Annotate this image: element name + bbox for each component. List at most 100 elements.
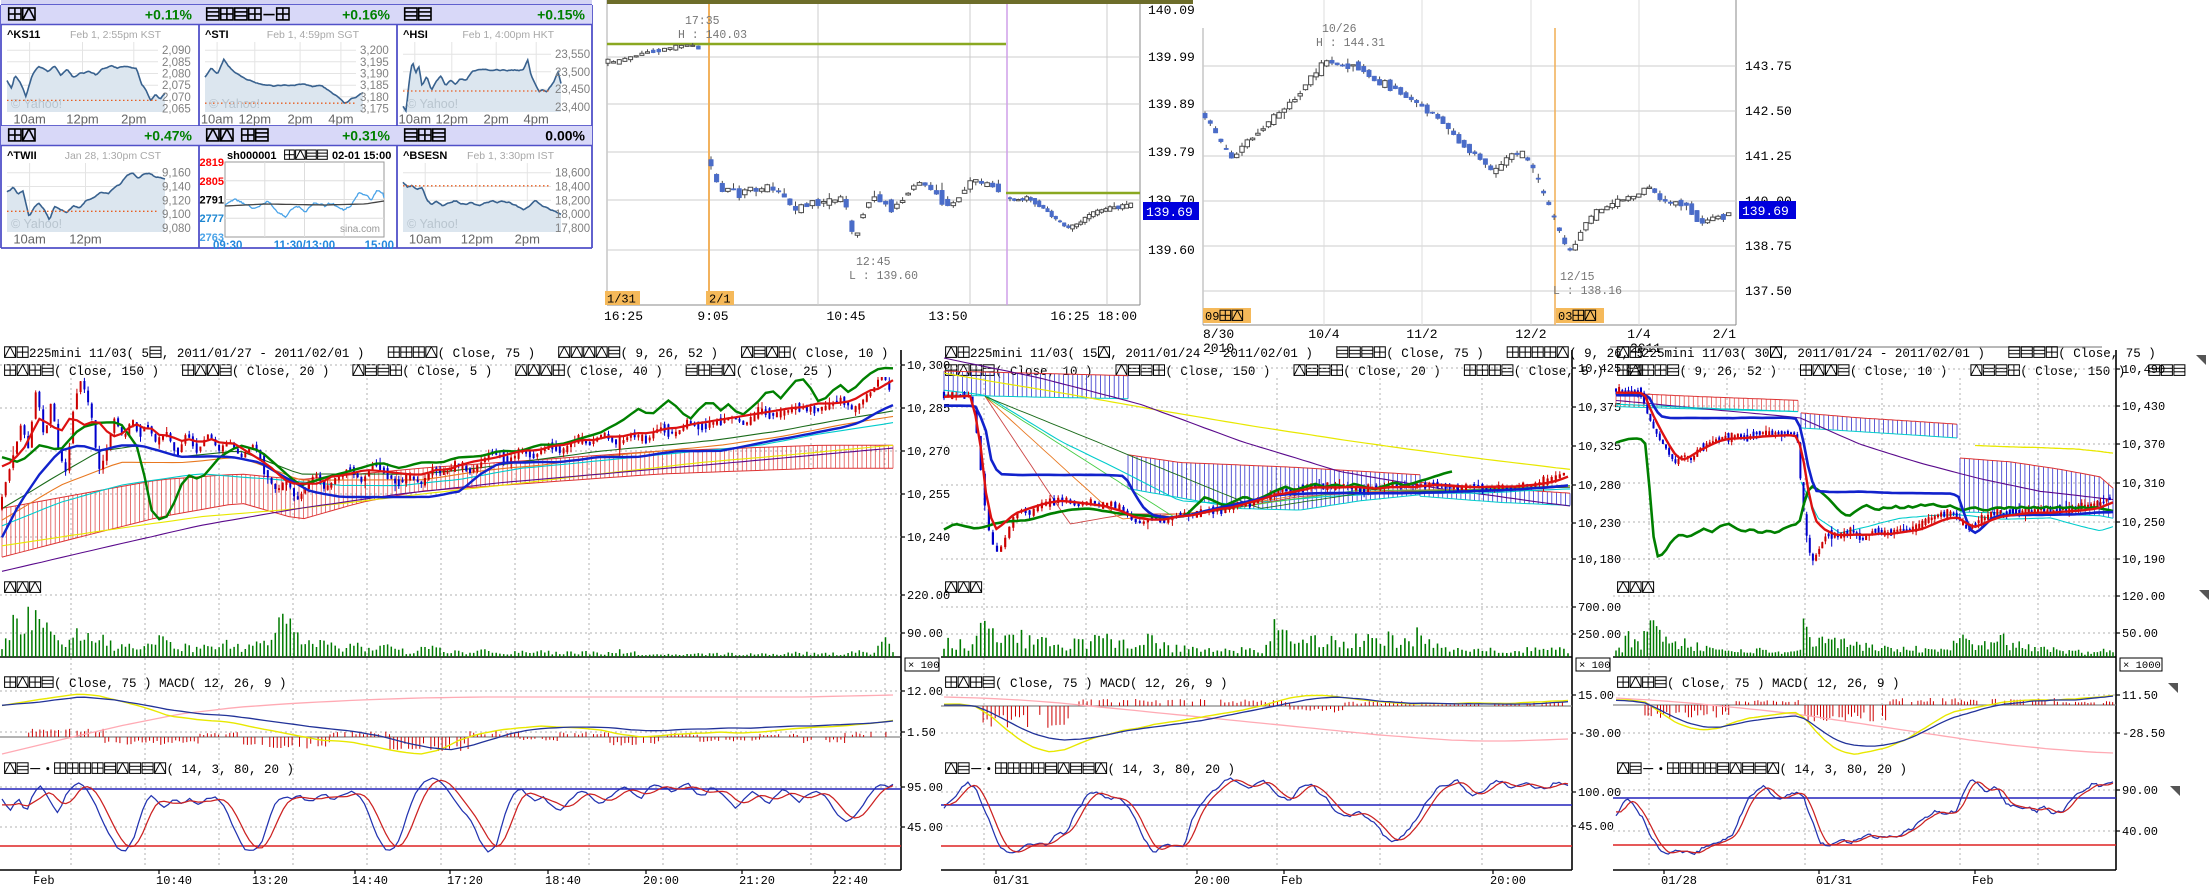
svg-text:120.00: 120.00 (2122, 590, 2165, 604)
svg-text:10,300: 10,300 (907, 359, 950, 373)
svg-text:+0.16%: +0.16% (342, 7, 390, 23)
svg-text:17:20: 17:20 (447, 874, 483, 888)
svg-text:+0.31%: +0.31% (342, 128, 390, 144)
svg-text:Feb: Feb (1281, 874, 1303, 888)
svg-text:( Close, 75 ) MACD( 12, 26,: ( Close, 75 ) MACD( 12, 26, 9 ) (995, 677, 1228, 691)
svg-text:2,085: 2,085 (162, 57, 191, 69)
svg-text:139.79: 139.79 (1148, 145, 1195, 160)
svg-text:250.00: 250.00 (1578, 628, 1621, 642)
svg-text:139.69: 139.69 (1146, 205, 1193, 220)
svg-text:23,550: 23,550 (555, 49, 590, 61)
svg-text:50.00: 50.00 (2122, 627, 2158, 641)
svg-text:2777: 2777 (200, 213, 224, 225)
svg-text:10,255: 10,255 (907, 488, 950, 502)
svg-text:© Yahoo!: © Yahoo! (407, 217, 458, 231)
svg-text:10,240: 10,240 (907, 531, 950, 545)
svg-text:2/1: 2/1 (709, 293, 731, 307)
svg-text:16:25: 16:25 (604, 309, 643, 324)
svg-text:^KS11: ^KS11 (7, 29, 40, 41)
svg-text:22:40: 22:40 (832, 874, 868, 888)
svg-text:23,450: 23,450 (555, 84, 590, 96)
svg-text:1/31: 1/31 (607, 293, 636, 307)
svg-text:, 2011/01/24 - 2011/02/01 ): , 2011/01/24 - 2011/02/01 ) (1110, 347, 1313, 361)
svg-text:10:40: 10:40 (156, 874, 192, 888)
svg-text:09: 09 (1205, 310, 1219, 324)
svg-text:13:20: 13:20 (252, 874, 288, 888)
svg-text:2,065: 2,065 (162, 104, 191, 116)
svg-text:45.00: 45.00 (1578, 820, 1614, 834)
svg-text:139.60: 139.60 (1148, 243, 1195, 258)
svg-text:142.50: 142.50 (1745, 104, 1792, 119)
svg-text:9,100: 9,100 (162, 209, 191, 221)
svg-text:12pm: 12pm (66, 112, 99, 127)
svg-text:4pm: 4pm (524, 112, 549, 127)
svg-text:15.00: 15.00 (1578, 689, 1614, 703)
svg-text:11.50: 11.50 (2122, 689, 2158, 703)
svg-text:^HSI: ^HSI (403, 29, 428, 41)
svg-text:( Close, 75 ): ( Close, 75 ) (1386, 347, 1484, 361)
svg-text:138.75: 138.75 (1745, 239, 1792, 254)
svg-text:10,375: 10,375 (1578, 401, 1621, 415)
svg-text:9:05: 9:05 (697, 309, 728, 324)
svg-text:^BSESN: ^BSESN (403, 150, 447, 162)
svg-text:03: 03 (1558, 310, 1572, 324)
svg-text:18,400: 18,400 (555, 182, 590, 194)
svg-text:2pm: 2pm (484, 112, 509, 127)
svg-text:( Close, 75 ): ( Close, 75 ) (2058, 347, 2156, 361)
svg-text:20:00: 20:00 (1194, 874, 1230, 888)
svg-text:( Close, 75 ) MACD( 12, 26,: ( Close, 75 ) MACD( 12, 26, 9 ) (54, 677, 287, 691)
svg-text:sina.com: sina.com (340, 224, 380, 235)
svg-text:3,195: 3,195 (360, 57, 389, 69)
svg-text:Feb 1, 4:00pm HKT: Feb 1, 4:00pm HKT (462, 29, 554, 41)
svg-text:20:00: 20:00 (1490, 874, 1526, 888)
svg-text:12pm: 12pm (239, 112, 272, 127)
svg-text:10am: 10am (13, 112, 46, 127)
svg-text:10,190: 10,190 (2122, 553, 2165, 567)
svg-text:4pm: 4pm (328, 112, 353, 127)
svg-text:+0.15%: +0.15% (537, 7, 585, 23)
svg-text:90.00: 90.00 (2122, 784, 2158, 798)
svg-text:90.00: 90.00 (907, 627, 943, 641)
svg-text:220.00: 220.00 (907, 589, 950, 603)
svg-text:( Close, 40 ): ( Close, 40 ) (565, 365, 663, 379)
svg-text:9,140: 9,140 (162, 182, 191, 194)
svg-text:2,090: 2,090 (162, 45, 191, 57)
svg-text:10,250: 10,250 (2122, 516, 2165, 530)
svg-text:Feb 1, 2:55pm KST: Feb 1, 2:55pm KST (70, 29, 162, 41)
svg-text:10,490: 10,490 (2122, 363, 2165, 377)
svg-text:9,160: 9,160 (162, 168, 191, 180)
svg-text:2/1: 2/1 (1713, 327, 1737, 342)
svg-text:3,200: 3,200 (360, 45, 389, 57)
svg-text:× 1000: × 1000 (2123, 660, 2161, 672)
svg-text:20:00: 20:00 (643, 874, 679, 888)
svg-text:+0.11%: +0.11% (145, 7, 193, 23)
svg-text:× 100: × 100 (1579, 660, 1611, 672)
svg-text:× 100: × 100 (908, 660, 940, 672)
svg-text:Feb 1, 3:30pm IST: Feb 1, 3:30pm IST (467, 150, 555, 162)
svg-text:10,180: 10,180 (1578, 553, 1621, 567)
svg-text:10,370: 10,370 (2122, 438, 2165, 452)
svg-text:21:20: 21:20 (739, 874, 775, 888)
svg-text:( 9, 26, 52 ): ( 9, 26, 52 ) (1680, 365, 1778, 379)
svg-text:© Yahoo!: © Yahoo! (209, 97, 260, 111)
svg-text:( 14, 3, 80, 20 ): ( 14, 3, 80, 20 ) (167, 763, 295, 777)
svg-text:© Yahoo!: © Yahoo! (11, 217, 62, 231)
svg-text:10,430: 10,430 (2122, 400, 2165, 414)
svg-text:137.50: 137.50 (1745, 284, 1792, 299)
svg-text:( Close, 20 ): ( Close, 20 ) (232, 365, 330, 379)
svg-text:2805: 2805 (200, 176, 224, 188)
svg-text:17,800: 17,800 (555, 223, 590, 235)
svg-text:( Close, 10 ): ( Close, 10 ) (791, 347, 889, 361)
svg-text:2791: 2791 (200, 195, 224, 207)
svg-text:17:35: 17:35 (685, 15, 720, 28)
svg-text:10am: 10am (409, 232, 442, 247)
svg-text:139.89: 139.89 (1148, 97, 1195, 112)
svg-text:10,310: 10,310 (2122, 477, 2165, 491)
svg-text:© Yahoo!: © Yahoo! (407, 97, 458, 111)
svg-text:16:25: 16:25 (1050, 309, 1089, 324)
svg-text:225mini 11/03( 30: 225mini 11/03( 30 (1642, 347, 1770, 361)
svg-text:© Yahoo!: © Yahoo! (11, 97, 62, 111)
svg-text:10/26: 10/26 (1322, 23, 1357, 36)
svg-text:139.69: 139.69 (1742, 204, 1789, 219)
svg-text:H : 140.03: H : 140.03 (678, 29, 747, 42)
